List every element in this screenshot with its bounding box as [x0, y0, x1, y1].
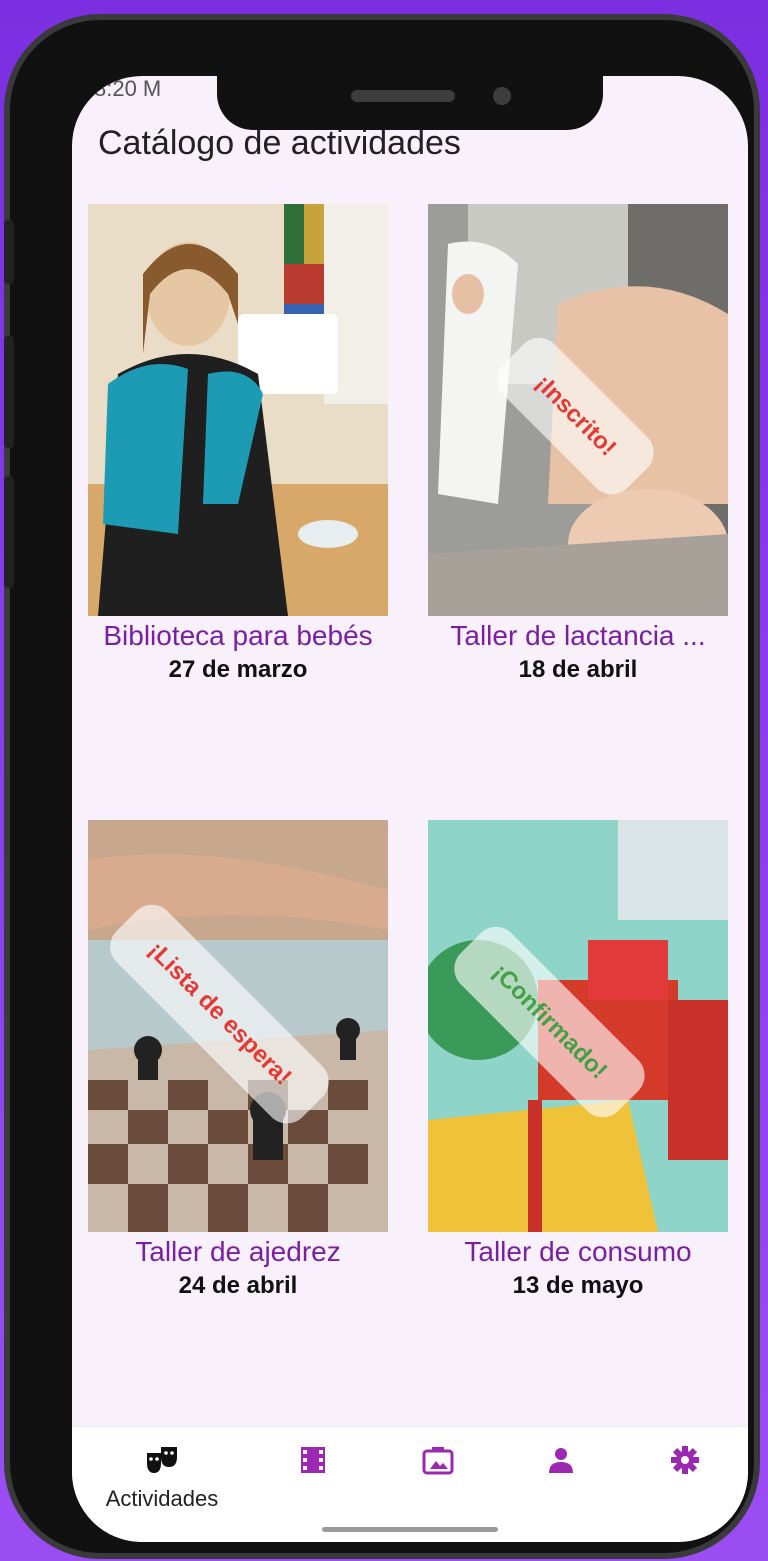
activity-image: ¡Lista de espera! [88, 820, 388, 1232]
camera [493, 87, 511, 105]
volume-down-button [4, 336, 14, 448]
activity-date: 13 de mayo [512, 1272, 644, 1299]
gear-icon [671, 1446, 699, 1474]
activity-card[interactable]: ¡Lista de espera! Taller de ajedrez 24 d… [88, 820, 388, 1300]
activity-card[interactable]: ¡Inscrito! Taller de lactancia ... 18 de… [428, 204, 728, 684]
activity-image: ¡Inscrito! [428, 204, 728, 616]
theater-masks-icon [147, 1447, 177, 1473]
side-button [4, 476, 14, 588]
activity-title: Taller de lactancia ... [450, 620, 706, 651]
phone-frame: 8:20 M Catálogo de actividades Bibliotec… [4, 14, 760, 1559]
home-indicator [322, 1527, 498, 1532]
app-screen: 8:20 M Catálogo de actividades Bibliotec… [72, 76, 748, 1542]
nav-item-films[interactable] [298, 1445, 328, 1480]
nav-item-actividades[interactable]: Actividades [100, 1445, 224, 1512]
person-icon [549, 1448, 573, 1473]
activity-date: 27 de marzo [168, 656, 308, 683]
activity-title: Taller de ajedrez [135, 1236, 341, 1267]
nav-item-profile[interactable] [546, 1445, 576, 1480]
activity-image [88, 204, 388, 616]
notch [217, 70, 603, 130]
film-icon [301, 1447, 325, 1473]
activity-date: 24 de abril [178, 1272, 298, 1299]
activity-image: ¡Confirmado! [428, 820, 728, 1232]
status-time: 8:20 M [94, 76, 162, 101]
speaker [351, 90, 455, 102]
volume-up-button [4, 220, 14, 284]
gallery-icon [422, 1447, 454, 1475]
activity-card[interactable]: Biblioteca para bebés 27 de marzo [88, 204, 388, 684]
activity-date: 18 de abril [518, 656, 638, 683]
nav-item-gallery[interactable] [422, 1445, 454, 1480]
nav-item-settings[interactable] [670, 1445, 700, 1480]
bottom-navigation: Actividades [72, 1426, 748, 1542]
activity-title: Taller de consumo [464, 1236, 692, 1267]
nav-label: Actividades [105, 1486, 219, 1511]
activity-card[interactable]: ¡Confirmado! Taller de consumo 13 de may… [428, 820, 728, 1300]
activity-title: Biblioteca para bebés [103, 620, 373, 651]
